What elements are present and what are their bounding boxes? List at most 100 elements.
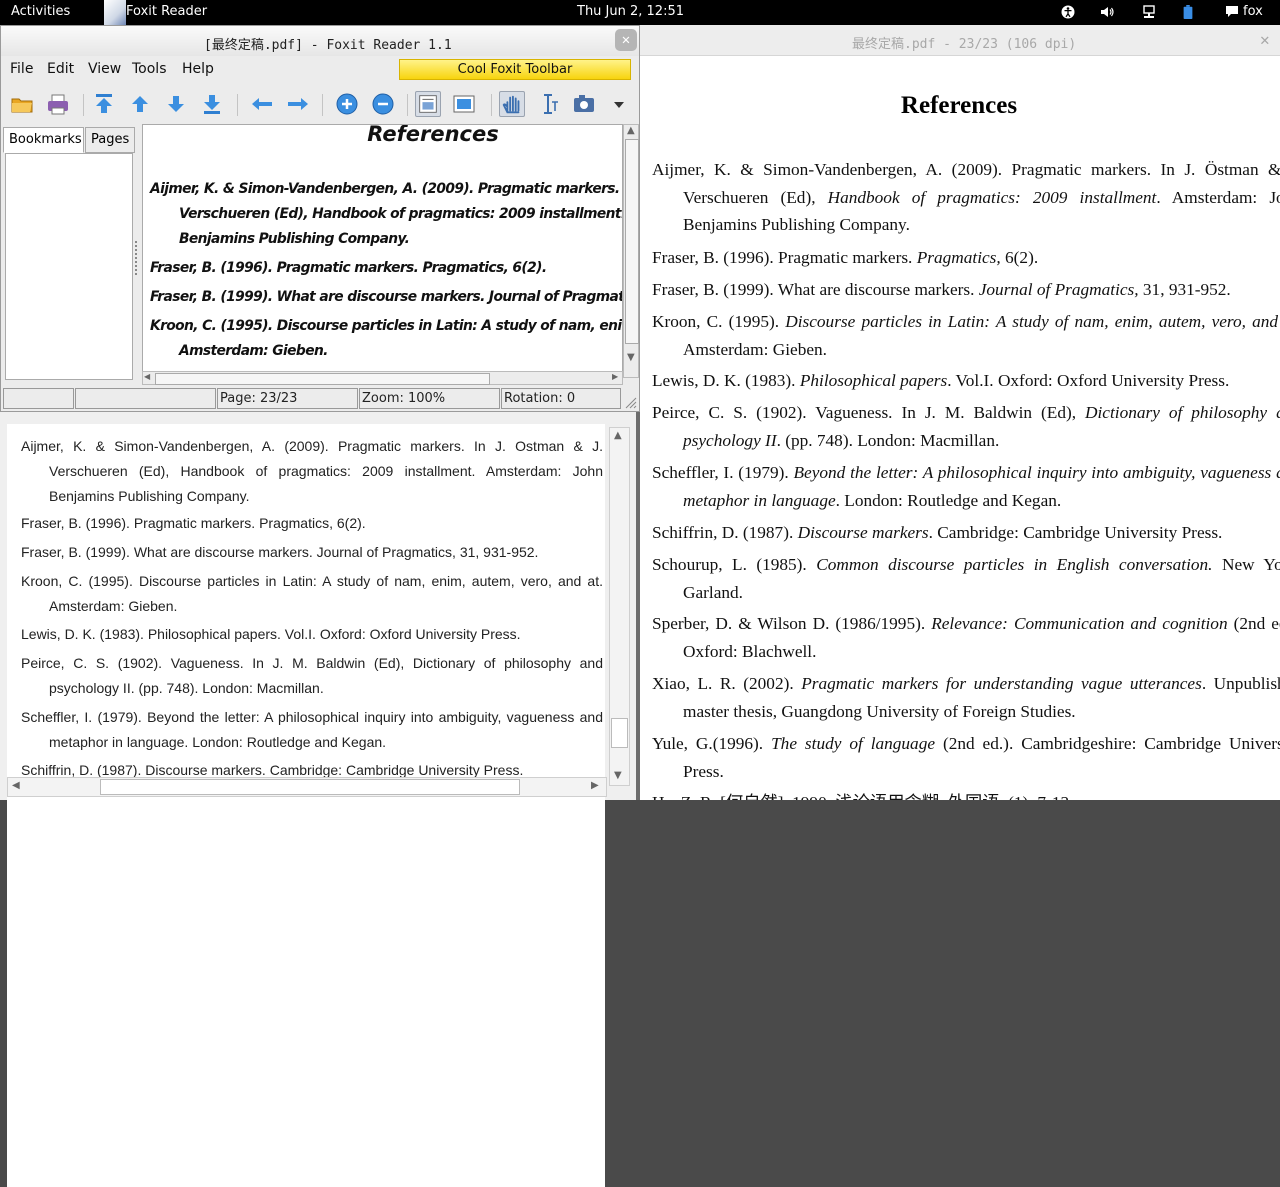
text-viewer-content[interactable]: Aijmer, K. & Simon-Vandenbergen, A. (200…: [7, 424, 605, 1187]
foxit-titlebar[interactable]: [最终定稿.pdf] - Foxit Reader 1.1 ✕: [1, 26, 639, 56]
reference-title: Common discourse particles in English co…: [816, 555, 1213, 574]
clock[interactable]: Thu Jun 2, 12:51: [577, 4, 684, 19]
cool-foxit-toolbar-banner[interactable]: Cool Foxit Toolbar: [399, 59, 631, 80]
vertical-scrollbar[interactable]: ▲ ▼: [623, 124, 639, 378]
reference-entry: Peirce, C. S. (1902). Vagueness. In J. M…: [21, 655, 603, 696]
reference-text: Amsterdam: Gieben.: [683, 339, 827, 359]
reference-title: The study of language: [771, 734, 936, 753]
reference-text: 31, 931-952.: [1138, 280, 1231, 299]
reference-text: He, Z. R. [何自然]. 1990. 浅论语用含糊. 外国语, (1):…: [652, 793, 1073, 800]
go-back-icon[interactable]: [249, 91, 275, 117]
select-text-icon[interactable]: [535, 91, 561, 117]
reference-title: Discourse particles in Latin: A study of…: [785, 312, 1280, 331]
reference-entry: Fraser, B. (1999). What are discourse ma…: [652, 276, 1280, 304]
reference-text: Fraser, B. (1996). Pragmatic markers.: [652, 248, 917, 267]
reference-entry: Lewis, D. K. (1983). Philosophical paper…: [21, 626, 521, 642]
panel-splitter[interactable]: [135, 241, 140, 275]
menu-view[interactable]: View: [88, 61, 121, 77]
reference-entry: Schiffrin, D. (1987). Discourse markers.…: [652, 519, 1280, 547]
reference-entry: Sperber, D. & Wilson D. (1986/1995). Rel…: [652, 610, 1280, 665]
accessibility-icon[interactable]: [1061, 5, 1075, 19]
menu-file[interactable]: File: [10, 61, 33, 77]
zoom-in-icon[interactable]: [334, 91, 360, 117]
go-forward-icon[interactable]: [285, 91, 311, 117]
window-title: [最终定稿.pdf] - Foxit Reader 1.1: [204, 38, 452, 53]
last-page-icon[interactable]: [199, 91, 225, 117]
toolbar-separator: [491, 94, 492, 116]
reference-entry: Kroon, C. (1995). Discourse particles in…: [652, 308, 1280, 363]
reference-text: Scheffler, I. (1979).: [652, 463, 794, 482]
reference-text: Fraser, B. (1999). What are discourse ma…: [652, 280, 979, 299]
toolbar-dropdown-icon[interactable]: [609, 91, 629, 117]
close-icon[interactable]: ✕: [1260, 30, 1270, 49]
scroll-down-arrow-icon[interactable]: ▼: [614, 770, 622, 781]
menu-help[interactable]: Help: [182, 61, 214, 77]
document-view[interactable]: References Aijmer, K. & Simon-Vandenberg…: [142, 124, 623, 378]
volume-icon[interactable]: [1100, 5, 1114, 19]
reference-entry: Scheffler, I. (1979). Beyond the letter:…: [21, 709, 603, 750]
hand-tool-icon[interactable]: [499, 91, 525, 117]
horizontal-scrollbar[interactable]: ◀ ▶: [142, 371, 623, 385]
scrollbar-thumb[interactable]: [625, 139, 639, 344]
status-cell: [75, 388, 216, 409]
toolbar-separator: [407, 94, 408, 116]
bookmarks-panel[interactable]: [5, 153, 133, 380]
menu-tools[interactable]: Tools: [132, 61, 167, 77]
tab-bookmarks[interactable]: Bookmarks: [3, 127, 84, 153]
reference-text: . Vol.I. Oxford: Oxford University Press…: [947, 371, 1230, 390]
scrollbar-thumb[interactable]: [611, 718, 628, 748]
print-icon[interactable]: [45, 91, 71, 117]
reference-text: Schiffrin, D. (1987).: [652, 523, 798, 542]
toolbar-separator: [83, 94, 84, 116]
app-menu-label[interactable]: Foxit Reader: [126, 4, 207, 19]
close-icon[interactable]: ✕: [615, 29, 637, 51]
top-panel: Activities Foxit Reader Thu Jun 2, 12:51…: [0, 0, 1280, 25]
vertical-scrollbar[interactable]: ▲ ▼: [609, 427, 630, 786]
next-page-icon[interactable]: [163, 91, 189, 117]
previous-page-icon[interactable]: [127, 91, 153, 117]
status-bar: Page: 23/23 Zoom: 100% Rotation: 0: [1, 387, 639, 411]
reference-entry: He, Z. R. [何自然]. 1990. 浅论语用含糊. 外国语, (1):…: [652, 789, 1280, 800]
reference-text: 6(2).: [1000, 248, 1039, 267]
scroll-up-arrow-icon[interactable]: ▲: [627, 125, 635, 136]
first-page-icon[interactable]: [91, 91, 117, 117]
text-viewer-window: Aijmer, K. & Simon-Vandenbergen, A. (200…: [0, 412, 636, 1187]
fit-width-icon[interactable]: [415, 91, 441, 117]
network-icon[interactable]: [1142, 5, 1156, 19]
reference-title: Discourse markers: [797, 523, 929, 542]
reference-text: Peirce, C. S. (1902). Vagueness. In J. M…: [652, 403, 1086, 422]
reference-title: Philosophical papers: [799, 371, 948, 390]
scroll-right-arrow-icon[interactable]: ▶: [591, 780, 599, 791]
references-heading: References: [367, 124, 499, 146]
scroll-left-arrow-icon[interactable]: ◀: [144, 372, 150, 381]
user-menu[interactable]: fox: [1243, 4, 1263, 19]
snapshot-icon[interactable]: [571, 91, 597, 117]
tab-pages[interactable]: Pages: [85, 127, 135, 153]
scrollbar-thumb[interactable]: [155, 373, 490, 385]
scrollbar-thumb[interactable]: [100, 779, 520, 795]
reference-text: Xiao, L. R. (2002).: [652, 674, 802, 693]
scroll-down-arrow-icon[interactable]: ▼: [627, 352, 635, 363]
pdf-viewer-window: 最终定稿.pdf - 23/23 (106 dpi) ✕ References …: [638, 25, 1280, 800]
status-page: Page: 23/23: [217, 388, 358, 409]
menu-edit[interactable]: Edit: [47, 61, 74, 77]
reference-entry: Fraser, B. (1999). What are discourse ma…: [150, 289, 622, 305]
fit-page-icon[interactable]: [451, 91, 477, 117]
horizontal-scrollbar[interactable]: ◀ ▶: [7, 777, 607, 797]
reference-entry: Schourup, L. (1985). Common discourse pa…: [652, 551, 1280, 606]
chat-icon[interactable]: [1225, 5, 1239, 19]
reference-entry: Xiao, L. R. (2002). Pragmatic markers fo…: [652, 670, 1280, 725]
scroll-right-arrow-icon[interactable]: ▶: [612, 372, 618, 381]
reference-text: Schourup, L. (1985).: [652, 555, 817, 574]
zoom-out-icon[interactable]: [370, 91, 396, 117]
activities-button[interactable]: Activities: [11, 4, 70, 19]
viewer-titlebar[interactable]: 最终定稿.pdf - 23/23 (106 dpi) ✕: [638, 25, 1280, 56]
resize-grip-icon[interactable]: [623, 395, 637, 409]
open-folder-icon[interactable]: [9, 91, 35, 117]
scroll-up-arrow-icon[interactable]: ▲: [614, 430, 622, 441]
reference-entry: Fraser, B. (1999). What are discourse ma…: [21, 544, 539, 560]
battery-icon[interactable]: [1182, 5, 1194, 19]
scroll-left-arrow-icon[interactable]: ◀: [12, 780, 20, 791]
reference-text: Yule, G.(1996).: [652, 734, 772, 753]
status-zoom: Zoom: 100%: [359, 388, 500, 409]
